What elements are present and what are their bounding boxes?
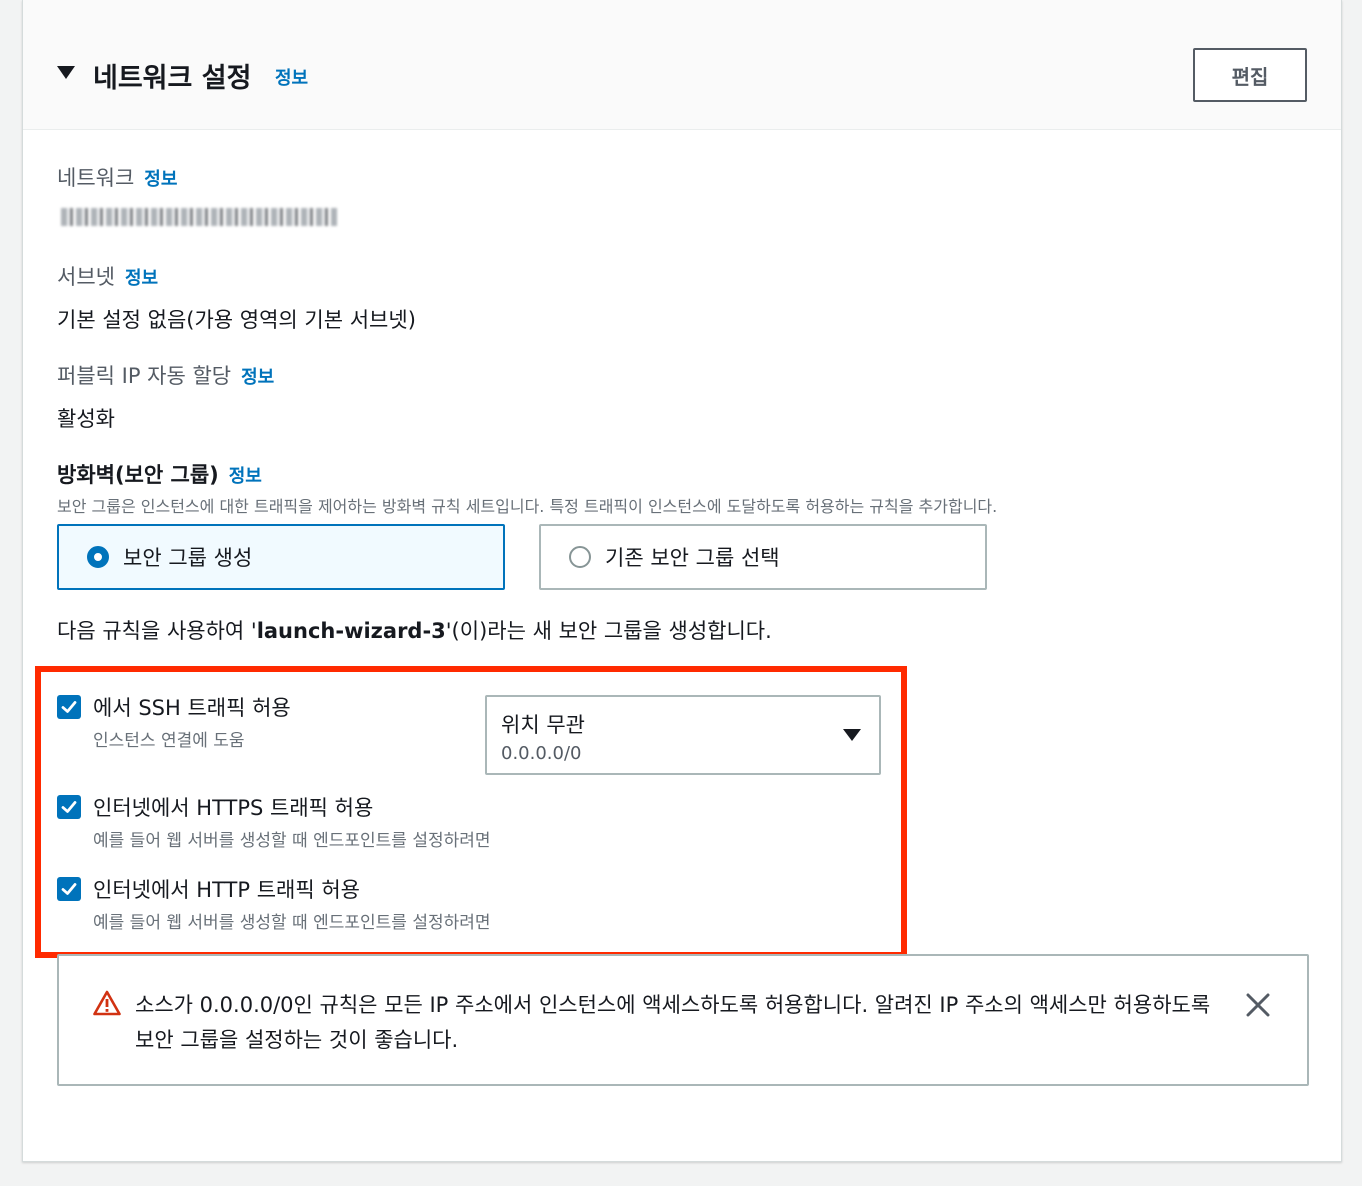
create-security-group-option[interactable]: 보안 그룹 생성 <box>57 524 505 590</box>
public-ip-info-link[interactable]: 정보 <box>241 367 274 388</box>
network-settings-panel: 네트워크 설정 정보 편집 네트워크 정보 서브넷 정보 기본 설정 없음(가용 영… <box>22 0 1342 1162</box>
public-ip-label-text: 퍼블릭 IP 자동 할당 <box>57 364 232 388</box>
public-ip-label: 퍼블릭 IP 자동 할당 정보 <box>57 360 274 390</box>
network-label-text: 네트워크 <box>57 166 135 190</box>
firewall-description: 보안 그룹은 인스턴스에 대한 트래픽을 제어하는 방화벽 규칙 세트입니다. … <box>57 497 998 516</box>
existing-security-group-option[interactable]: 기존 보안 그룹 선택 <box>539 524 987 590</box>
rule-summary-prefix: 다음 규칙을 사용하여 ' <box>57 619 257 643</box>
radio-selected-icon[interactable] <box>87 546 109 568</box>
radio-unselected-icon[interactable] <box>569 546 591 568</box>
rule-summary-suffix: '(이)라는 새 보안 그룹을 생성합니다. <box>445 619 772 643</box>
warning-icon <box>93 990 121 1016</box>
panel-title: 네트워크 설정 <box>93 63 252 94</box>
subnet-value: 기본 설정 없음(가용 영역의 기본 서브넷) <box>57 308 416 332</box>
rule-summary: 다음 규칙을 사용하여 'launch-wizard-3'(이)라는 새 보안 … <box>57 615 772 645</box>
firewall-info-link[interactable]: 정보 <box>229 466 262 487</box>
panel-header: 네트워크 설정 정보 편집 <box>23 0 1341 130</box>
security-group-name: launch-wizard-3 <box>256 619 446 643</box>
header-info-link[interactable]: 정보 <box>275 64 308 90</box>
firewall-title-text: 방화벽(보안 그룹) <box>57 463 219 487</box>
warning-text: 소스가 0.0.0.0/0인 규칙은 모든 IP 주소에서 인스턴스에 액세스하… <box>135 993 1211 1052</box>
subnet-label: 서브넷 정보 <box>57 261 158 291</box>
highlight-box <box>35 666 907 958</box>
network-info-link[interactable]: 정보 <box>144 169 177 190</box>
edit-button[interactable]: 편집 <box>1193 48 1307 102</box>
collapse-caret-icon[interactable] <box>57 66 75 79</box>
network-value-redacted <box>61 208 337 226</box>
subnet-info-link[interactable]: 정보 <box>125 268 158 289</box>
public-ip-value: 활성화 <box>57 407 115 431</box>
close-icon[interactable] <box>1245 992 1271 1018</box>
existing-security-group-label: 기존 보안 그룹 선택 <box>605 546 780 570</box>
network-label: 네트워크 정보 <box>57 162 177 192</box>
firewall-title: 방화벽(보안 그룹) 정보 <box>57 459 262 489</box>
warning-alert: 소스가 0.0.0.0/0인 규칙은 모든 IP 주소에서 인스턴스에 액세스하… <box>57 954 1309 1086</box>
create-security-group-label: 보안 그룹 생성 <box>123 546 253 570</box>
subnet-label-text: 서브넷 <box>57 265 115 289</box>
